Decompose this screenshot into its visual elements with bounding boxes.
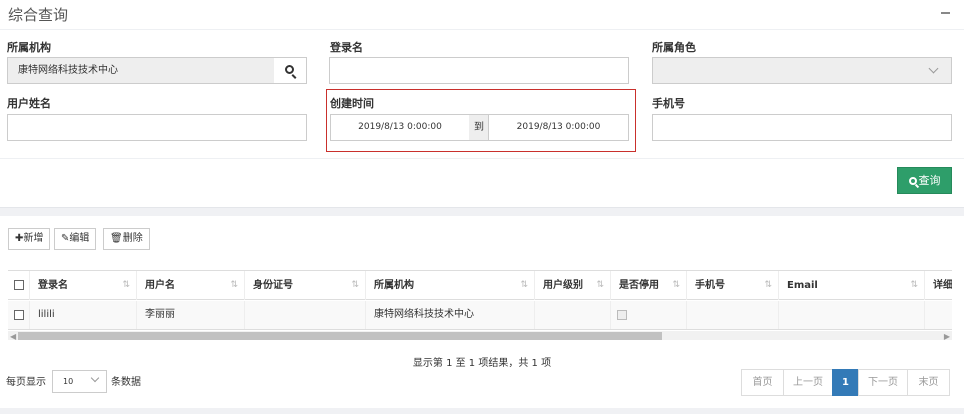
date-range-separator: 到 — [469, 114, 489, 141]
column-header-login[interactable]: 登录名 ⇅ — [30, 271, 137, 300]
next-page-button[interactable]: 下一页 — [858, 369, 908, 396]
cell-id-number — [245, 301, 366, 329]
delete-button[interactable]: 🗑删除 — [103, 228, 150, 250]
row-checkbox[interactable] — [14, 310, 24, 320]
column-header-username[interactable]: 用户名 ⇅ — [137, 271, 245, 300]
column-header-detail[interactable]: 详细 — [925, 271, 952, 300]
search-icon — [285, 65, 294, 74]
sort-icon: ⇅ — [122, 280, 130, 290]
username-label: 用户姓名 — [7, 97, 51, 110]
scroll-thumb[interactable] — [18, 332, 662, 340]
role-label: 所属角色 — [652, 41, 696, 54]
page-size-suffix: 条数据 — [111, 377, 141, 388]
add-button[interactable]: ✚新增 — [8, 228, 51, 250]
page-size-value: 10 — [63, 377, 74, 386]
pagination: 首页 上一页 1 下一页 末页 — [741, 369, 950, 396]
created-to-input[interactable]: 2019/8/13 0:00:00 — [488, 114, 629, 141]
phone-input[interactable] — [652, 114, 952, 141]
current-page-button[interactable]: 1 — [832, 369, 859, 396]
column-header-id-number[interactable]: 身份证号 ⇅ — [245, 271, 366, 300]
collapse-icon[interactable] — [941, 12, 950, 14]
created-time-label: 创建时间 — [330, 97, 374, 110]
column-label: 用户级别 — [543, 280, 583, 291]
column-label: 是否停用 — [619, 280, 659, 291]
column-label: 身份证号 — [253, 280, 293, 291]
first-page-button[interactable]: 首页 — [741, 369, 784, 396]
row-checkbox-cell — [8, 301, 30, 329]
column-label: 登录名 — [38, 280, 68, 291]
created-from-input[interactable]: 2019/8/13 0:00:00 — [330, 114, 470, 141]
last-page-button[interactable]: 末页 — [907, 369, 950, 396]
org-label: 所属机构 — [7, 41, 51, 54]
sort-icon: ⇅ — [520, 280, 528, 290]
chevron-down-icon — [90, 373, 100, 383]
horizontal-scrollbar[interactable]: ◀ ▶ — [8, 331, 952, 340]
chevron-down-icon — [928, 63, 939, 74]
sort-icon: ⇅ — [351, 280, 359, 290]
prev-page-button[interactable]: 上一页 — [783, 369, 833, 396]
column-header-disabled[interactable]: 是否停用 ⇅ — [611, 271, 687, 300]
cell-email — [779, 301, 925, 329]
delete-button-label: 删除 — [122, 233, 143, 244]
org-search-button[interactable] — [274, 57, 307, 84]
sort-icon: ⇅ — [596, 280, 604, 290]
role-select[interactable] — [652, 57, 952, 84]
sort-icon: ⇅ — [230, 280, 238, 290]
sort-icon: ⇅ — [910, 280, 918, 290]
page-size-prefix: 每页显示 — [6, 377, 46, 388]
column-header-email[interactable]: Email ⇅ — [779, 271, 925, 300]
column-header-phone[interactable]: 手机号 ⇅ — [687, 271, 779, 300]
column-label: 手机号 — [695, 280, 725, 291]
table-header: 登录名 ⇅ 用户名 ⇅ 身份证号 ⇅ 所属机构 ⇅ 用户级别 ⇅ 是否停用 ⇅ 手机号 ⇅ E… — [8, 270, 952, 300]
trash-icon: 🗑 — [110, 233, 123, 244]
query-button-label: 查询 — [918, 174, 941, 187]
header-checkbox-cell — [8, 271, 30, 300]
bottom-strip — [0, 408, 964, 414]
column-label: 详细 — [933, 280, 952, 291]
result-panel: ✚新增 ✎编辑 🗑删除 登录名 ⇅ 用户名 ⇅ 身份证号 ⇅ 所属机构 ⇅ 用户级别 ⇅ — [0, 216, 964, 408]
disabled-checkbox — [617, 310, 627, 320]
search-icon — [908, 177, 917, 185]
data-table: 登录名 ⇅ 用户名 ⇅ 身份证号 ⇅ 所属机构 ⇅ 用户级别 ⇅ 是否停用 ⇅ 手机号 ⇅ E… — [8, 270, 952, 340]
column-header-level[interactable]: 用户级别 ⇅ — [535, 271, 611, 300]
cell-org: 康特网络科技技术中心 — [366, 301, 535, 329]
divider — [0, 29, 964, 30]
column-header-org[interactable]: 所属机构 ⇅ — [366, 271, 535, 300]
username-input[interactable] — [7, 114, 307, 141]
table-row[interactable]: lilili 李丽丽 康特网络科技技术中心 — [8, 301, 952, 330]
cell-phone — [687, 301, 779, 329]
cell-login: lilili — [30, 301, 137, 329]
result-info: 显示第 1 至 1 项结果，共 1 项 — [412, 358, 552, 369]
scroll-left-icon[interactable]: ◀ — [10, 332, 16, 340]
sort-icon: ⇅ — [672, 280, 680, 290]
scroll-right-icon[interactable]: ▶ — [944, 332, 950, 340]
search-panel: 综合查询 所属机构 康特网络科技技术中心 登录名 所属角色 用户姓名 创建时间 … — [0, 0, 964, 208]
page-size-select[interactable]: 10 — [52, 370, 107, 393]
add-button-label: 新增 — [23, 233, 44, 244]
cell-detail — [925, 301, 952, 329]
edit-button[interactable]: ✎编辑 — [54, 228, 97, 250]
org-input[interactable]: 康特网络科技技术中心 — [7, 57, 275, 84]
login-label: 登录名 — [330, 41, 363, 54]
select-all-checkbox[interactable] — [14, 280, 24, 290]
panel-title: 综合查询 — [8, 6, 69, 24]
cell-level — [535, 301, 611, 329]
divider — [0, 158, 964, 159]
phone-label: 手机号 — [652, 97, 685, 110]
query-button[interactable]: 查询 — [897, 167, 952, 194]
cell-disabled — [611, 301, 687, 329]
column-label: 所属机构 — [374, 280, 414, 291]
column-label: 用户名 — [145, 280, 175, 291]
cell-username: 李丽丽 — [137, 301, 245, 329]
edit-button-label: 编辑 — [69, 233, 90, 244]
login-input[interactable] — [329, 57, 629, 84]
sort-icon: ⇅ — [764, 280, 772, 290]
column-label: Email — [787, 280, 818, 291]
